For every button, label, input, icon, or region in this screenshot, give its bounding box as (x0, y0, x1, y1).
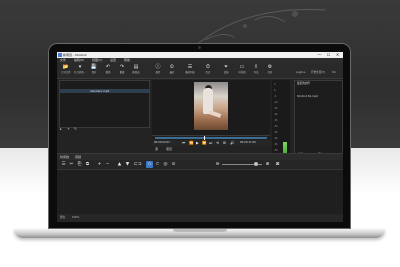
zoom-fit-icon[interactable]: ⊠ (274, 161, 281, 168)
split-icon[interactable]: ⊏⊐ (134, 161, 142, 168)
playlist-buttons: ▸ + ✎ (59, 127, 148, 132)
history-button[interactable]: ⏱ 历史 (202, 64, 214, 77)
snap-icon[interactable]: ∩ (146, 161, 153, 168)
history-icon: ⏱ (206, 64, 210, 70)
playlist-item[interactable]: xlenderx.mp4 (60, 89, 149, 93)
menu-file[interactable]: 文件 (60, 59, 66, 62)
rewind-icon[interactable]: ⏪ (189, 140, 193, 146)
redo-button[interactable]: ↷ 重做 (116, 64, 128, 77)
menu-settings[interactable]: 设置 (110, 59, 116, 62)
play-icon[interactable]: ▶ (196, 140, 199, 146)
grid-icon[interactable]: ⊞ (223, 140, 226, 146)
volume-icon[interactable]: 🔊 (230, 140, 234, 146)
status-keyboard: 键盘 (60, 216, 66, 219)
undo-button[interactable]: ↶ 撤销 (102, 64, 114, 77)
zoom-out-icon[interactable]: ⊖ (214, 161, 221, 168)
peak-meter-icon: ▤ (133, 64, 139, 70)
open-file-button[interactable]: 📂 打开文件 (60, 64, 72, 77)
playlist-edit-icon[interactable]: ✎ (74, 127, 77, 132)
zoom-in-icon[interactable]: ⊕ (264, 161, 271, 168)
append-icon[interactable]: + (96, 161, 103, 168)
filters-button[interactable]: ⏷ 滤镜 (220, 64, 232, 77)
recent-button[interactable]: ⏲ 最近 (166, 64, 178, 77)
recent-icon: ⏲ (170, 64, 174, 70)
timeline-header: 时间线 音频 (57, 153, 343, 160)
status-bar: 键盘 100% (57, 214, 343, 222)
remove-icon[interactable]: − (104, 161, 111, 168)
webcam (198, 46, 201, 49)
playlist-icon: ☰ (187, 64, 193, 70)
paste-icon[interactable]: ⧉ (84, 161, 91, 168)
cut-icon[interactable]: ✂ (68, 161, 75, 168)
laptop-notch (173, 229, 227, 232)
window-title: 新项目 - Shotcut (63, 53, 87, 57)
app-screen: 新项目 - Shotcut — ☐ ✕ 文件 编辑(E) 视图(V) 设置 帮助… (57, 52, 343, 222)
filters-icon: ⏷ (223, 64, 228, 70)
peak-meter-button[interactable]: ▤ 峰值表 (130, 64, 142, 77)
skip-next-icon[interactable]: ⏭ (209, 140, 212, 146)
video-frame (194, 82, 228, 130)
scrub-icon[interactable]: ⊂ (154, 161, 161, 168)
jobs-button[interactable]: ⚙ 任务 (264, 64, 276, 77)
undo-icon: ↶ (105, 64, 111, 70)
duration-timecode: 00:00:11:00 (240, 141, 256, 144)
save-icon: 💾 (90, 64, 98, 70)
menu-view[interactable]: 视图(V) (92, 59, 102, 62)
playlist-panel: xlenderx.mp4 (59, 80, 150, 128)
open-folder-icon: 📂 (62, 64, 70, 70)
zoom-slider-handle[interactable] (254, 162, 258, 166)
copy-icon[interactable]: ⎘ (76, 161, 83, 168)
loop-icon[interactable]: ⟲ (216, 140, 219, 146)
timeline-icon: ▭ (239, 64, 245, 70)
video-viewer[interactable] (152, 80, 270, 135)
jobs-icon: ⚙ (267, 64, 273, 70)
fast-forward-icon[interactable]: ⏩ (202, 140, 206, 146)
playlist-add-icon[interactable]: + (67, 127, 70, 132)
tab-logline[interactable]: Logline (296, 70, 305, 76)
playlist-item-label: xlenderx.mp4 (90, 89, 110, 93)
overwrite-icon[interactable]: ▼ (124, 161, 131, 168)
timeline-toolbar: ☰ ✂ ⎘ ⧉ + − ▲ ▼ ⊏⊐ ∩ ⊂ ◎ ⊙ ⊖ ⊕ ⊠ (57, 160, 343, 170)
open-other-button[interactable]: ▾ 打开其他... (74, 64, 86, 77)
save-button[interactable]: 💾 保存 (88, 64, 100, 77)
tab-so[interactable]: SO (332, 70, 336, 76)
properties-icon: ⓘ (155, 64, 161, 70)
transport-controls: 00:00:04:03 ⏮ ⏪ ▶ ⏩ ⏭ ⟲ ⊞ 🔊 00:00:11:00 (152, 140, 270, 146)
timeline-button[interactable]: ▭ 时间线 (236, 64, 248, 77)
menu-help[interactable]: 帮助 (124, 59, 130, 62)
lift-icon[interactable]: ▲ (116, 161, 123, 168)
timeline-menu-icon[interactable]: ☰ (60, 161, 67, 168)
tab-start-item[interactable]: 开始条目(E) (311, 70, 325, 76)
export-icon: ⇪ (253, 64, 259, 70)
redo-icon: ↷ (119, 64, 125, 70)
recent-files-panel: 最近的文件 Shotcut No.mp4 (294, 80, 343, 162)
audio-meter: 3 0 -5 -10 -15 -20 -25 -30 -35 -40 -45 -… (272, 80, 290, 160)
properties-button[interactable]: ⓘ 属性 (152, 64, 164, 77)
recent-panel-title: 最近的文件 (297, 82, 310, 85)
ripple-all-icon[interactable]: ⊙ (170, 161, 177, 168)
source-project-tabs: 源 项目 (152, 147, 270, 152)
tab-source[interactable]: 源 (155, 147, 158, 152)
open-other-icon: ▾ (78, 64, 82, 70)
playlist-button[interactable]: ☰ 播放列表 (184, 64, 196, 77)
right-tab-strip: Logline 开始条目(E) SO (294, 70, 343, 76)
tab-project[interactable]: 项目 (166, 147, 172, 152)
current-timecode[interactable]: 00:00:04:03 (154, 141, 170, 145)
recent-file-item[interactable]: Shotcut No.mp4 (297, 95, 318, 99)
ripple-icon[interactable]: ◎ (162, 161, 169, 168)
playlist-play-icon[interactable]: ▸ (60, 127, 62, 132)
menu-edit[interactable]: 编辑(E) (74, 59, 84, 62)
skip-previous-icon[interactable]: ⏮ (182, 140, 185, 146)
app-icon (58, 53, 62, 57)
timeline-tracks[interactable] (57, 170, 343, 214)
status-zoom: 100% (72, 216, 80, 219)
export-button[interactable]: ⇪ 导出 (250, 64, 262, 77)
